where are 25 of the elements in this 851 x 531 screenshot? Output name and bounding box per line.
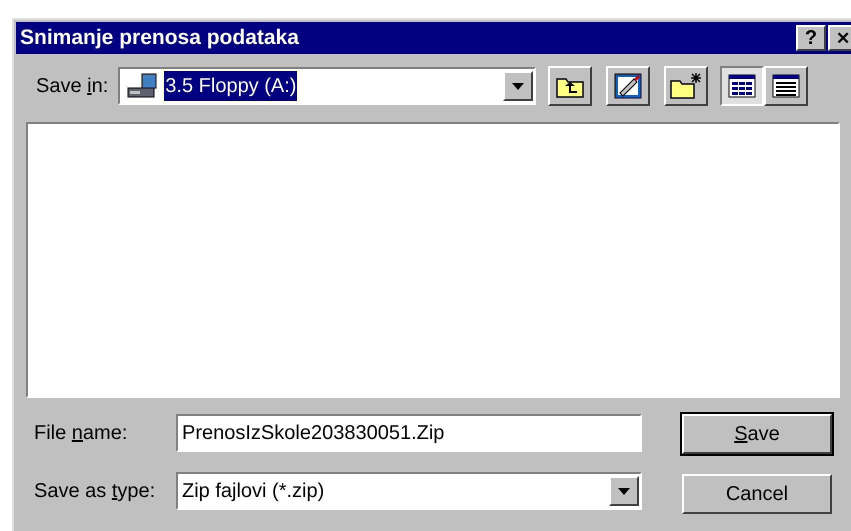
cancel-button[interactable]: Cancel: [682, 474, 832, 514]
toolbar-button[interactable]: [664, 66, 708, 106]
file-name-field[interactable]: PrenosIzSkole203830051.Zip: [176, 414, 642, 452]
save-as-type-dropdown[interactable]: Zip fajlovi (*.zip): [176, 472, 642, 510]
new-folder-icon: [670, 72, 702, 100]
save-as-type-label: Save as type:: [34, 479, 156, 504]
list-view-icon: [728, 74, 756, 98]
caret-icon: [618, 488, 630, 494]
save-in-label: Save in:: [36, 74, 108, 99]
help-button[interactable]: ?: [796, 25, 826, 51]
toolbar-button[interactable]: [606, 66, 650, 106]
save-as-type-value: Zip fajlovi (*.zip): [182, 479, 324, 504]
save-in-value: 3.5 Floppy (A:): [164, 71, 298, 101]
window-title: Snimanje prenosa podataka: [20, 25, 299, 52]
dropdown-button[interactable]: [503, 71, 534, 101]
view-button[interactable]: [720, 66, 764, 106]
toolbar-button[interactable]: [548, 66, 592, 106]
save-in-dropdown[interactable]: 3.5 Floppy (A:): [118, 67, 536, 105]
desktop-icon: [613, 71, 644, 101]
caret-icon: [512, 82, 524, 90]
save-button[interactable]: Save: [682, 414, 832, 454]
close-button[interactable]: ✕: [828, 25, 851, 51]
details-view-icon: [772, 74, 800, 98]
file-name-label: File name:: [34, 421, 128, 446]
dropdown-button[interactable]: [609, 476, 639, 506]
